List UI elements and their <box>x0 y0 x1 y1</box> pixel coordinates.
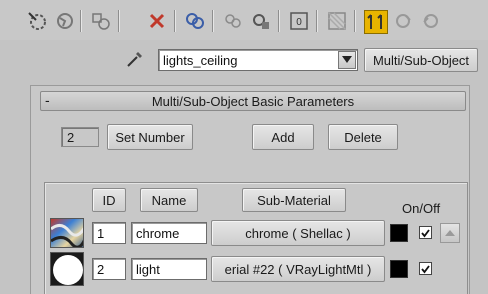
id-column-header[interactable]: ID <box>92 188 126 212</box>
eyedropper-icon[interactable] <box>124 48 146 70</box>
sub-material-button[interactable]: chrome ( Shellac ) <box>211 220 385 246</box>
pick-material-icon[interactable] <box>26 10 48 32</box>
sub-material-button[interactable]: erial #22 ( VRayLightMtl ) <box>211 256 385 282</box>
get-material-icon[interactable] <box>54 10 76 32</box>
make-unique-icon[interactable] <box>222 10 244 32</box>
on-off-checkbox[interactable] <box>419 262 432 275</box>
material-editor-toolbar: 0 <box>0 0 488 40</box>
collapse-indicator: - <box>45 92 50 108</box>
sub-material-count: 2 <box>61 127 99 147</box>
rollout-title: Multi/Sub-Object Basic Parameters <box>151 93 355 109</box>
scroll-up-button[interactable] <box>440 223 460 243</box>
delete-icon[interactable] <box>146 10 168 32</box>
add-button[interactable]: Add <box>252 124 314 150</box>
put-to-scene-icon[interactable] <box>90 10 112 32</box>
material-type-button[interactable]: Multi/Sub-Object <box>364 48 478 72</box>
check-icon <box>421 265 430 274</box>
row-name-field[interactable]: light <box>131 258 207 280</box>
row-id-field[interactable]: 2 <box>92 258 126 280</box>
put-to-library-icon[interactable] <box>250 10 272 32</box>
delete-button[interactable]: Delete <box>328 124 398 150</box>
on-off-checkbox[interactable] <box>419 226 432 239</box>
on-off-column-header: On/Off <box>402 201 441 216</box>
color-swatch[interactable] <box>390 260 408 278</box>
name-column-header[interactable]: Name <box>140 188 198 212</box>
assign-to-selection-icon[interactable] <box>184 10 206 32</box>
material-preview-thumbnail[interactable] <box>50 252 84 286</box>
material-preview-thumbnail[interactable] <box>50 218 84 248</box>
color-swatch[interactable] <box>390 224 408 242</box>
show-map-icon[interactable] <box>326 10 348 32</box>
set-number-button[interactable]: Set Number <box>107 124 193 150</box>
go-sibling-icon[interactable] <box>420 10 442 32</box>
arrow-up-icon <box>445 230 455 236</box>
row-name-field[interactable]: chrome <box>131 222 207 244</box>
row-id-field[interactable]: 1 <box>92 222 126 244</box>
go-to-parent-icon[interactable] <box>364 10 388 34</box>
svg-text:0: 0 <box>296 17 302 28</box>
sub-material-column-header[interactable]: Sub-Material <box>242 188 346 212</box>
material-id-channel-icon[interactable]: 0 <box>288 10 310 32</box>
check-icon <box>421 229 430 238</box>
material-name-field[interactable]: lights_ceiling <box>158 49 358 71</box>
rollout-header[interactable]: - Multi/Sub-Object Basic Parameters <box>40 91 466 111</box>
material-name-dropdown-button[interactable] <box>338 51 356 69</box>
go-forward-icon[interactable] <box>392 10 414 32</box>
chevron-down-icon <box>342 56 352 63</box>
